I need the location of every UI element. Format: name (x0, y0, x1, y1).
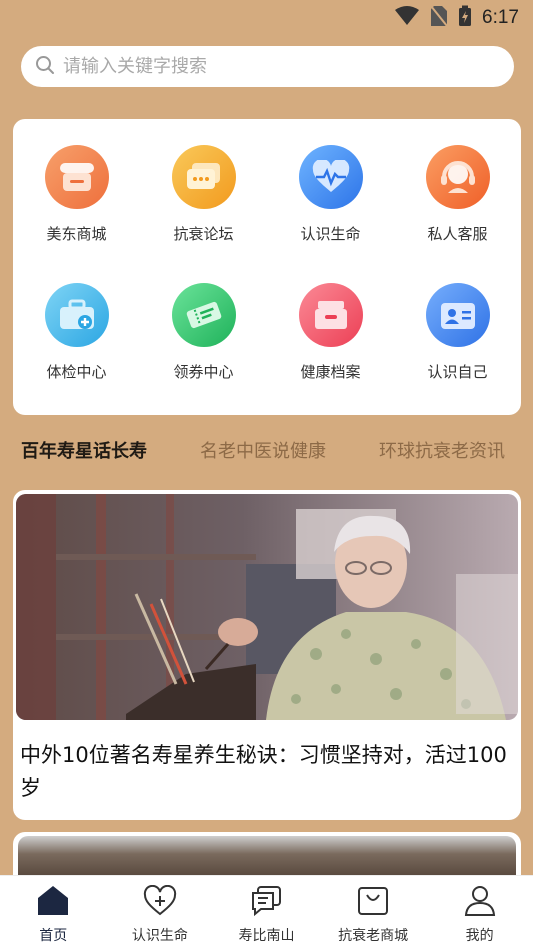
shop-icon (44, 145, 109, 209)
grid-label: 美东商城 (46, 225, 107, 243)
article-image (16, 494, 518, 720)
grid-item-self[interactable]: 认识自己 (394, 283, 521, 421)
wifi-icon (394, 6, 420, 30)
nav-label: 首页 (39, 928, 68, 944)
user-icon (463, 885, 497, 921)
archive-icon (298, 283, 363, 347)
message-icon (249, 885, 283, 921)
grid-item-coupon[interactable]: 领券中心 (140, 283, 267, 421)
status-bar: 6:17 (0, 0, 533, 36)
nav-label: 抗衰老商城 (338, 928, 409, 944)
grid-item-shop[interactable]: 美东商城 (13, 145, 140, 283)
search-icon (35, 55, 55, 79)
headset-icon (425, 145, 490, 209)
coupon-icon (171, 283, 236, 347)
medical-kit-icon (44, 283, 109, 347)
home-icon (36, 885, 70, 921)
status-time: 6:17 (482, 7, 519, 28)
grid-label: 领券中心 (173, 363, 234, 381)
tab-longevity-stories[interactable]: 百年寿星话长寿 (21, 437, 147, 463)
grid-item-life[interactable]: 认识生命 (267, 145, 394, 283)
nav-label: 我的 (465, 928, 494, 944)
bottom-nav: 首页 认识生命 寿比南山 抗衰老商城 我的 (0, 875, 533, 949)
grid-label: 认识生命 (300, 225, 361, 243)
grid-item-service[interactable]: 私人客服 (394, 145, 521, 283)
article-card[interactable]: 中外10位著名寿星养生秘诀：习惯坚持对，活过100岁 (13, 490, 521, 820)
search-bar[interactable] (21, 46, 514, 87)
id-card-icon (425, 283, 490, 347)
search-input[interactable] (63, 56, 483, 77)
battery-charging-icon (458, 5, 472, 31)
nav-label: 认识生命 (131, 928, 188, 944)
grid-item-archive[interactable]: 健康档案 (267, 283, 394, 421)
grid-label: 私人客服 (427, 225, 488, 243)
grid-label: 抗衰论坛 (173, 225, 234, 243)
bag-icon (356, 885, 390, 921)
grid-label: 认识自己 (427, 363, 488, 381)
nav-community[interactable]: 寿比南山 (213, 876, 320, 949)
grid-label: 健康档案 (300, 363, 361, 381)
category-tabs: 百年寿星话长寿 名老中医说健康 环球抗衰老资讯 (0, 430, 533, 470)
nav-profile[interactable]: 我的 (426, 876, 533, 949)
tab-tcm-health[interactable]: 名老中医说健康 (200, 437, 326, 463)
grid-label: 体检中心 (46, 363, 107, 381)
no-sim-icon (430, 5, 448, 31)
grid-item-checkup[interactable]: 体检中心 (13, 283, 140, 421)
tab-global-news[interactable]: 环球抗衰老资讯 (379, 437, 505, 463)
feature-grid: 美东商城 抗衰论坛 认识生命 私人客服 体检中心 领券中心 健康档案 认识自己 (13, 119, 521, 415)
article-title: 中外10位著名寿星养生秘诀：习惯坚持对，活过100岁 (20, 743, 507, 800)
chat-icon (171, 145, 236, 209)
heart-plus-icon (143, 884, 177, 921)
nav-label: 寿比南山 (238, 928, 295, 944)
nav-mall[interactable]: 抗衰老商城 (320, 876, 427, 949)
grid-item-forum[interactable]: 抗衰论坛 (140, 145, 267, 283)
nav-home[interactable]: 首页 (0, 876, 107, 949)
heartbeat-icon (298, 145, 363, 209)
nav-know-life[interactable]: 认识生命 (107, 876, 214, 949)
